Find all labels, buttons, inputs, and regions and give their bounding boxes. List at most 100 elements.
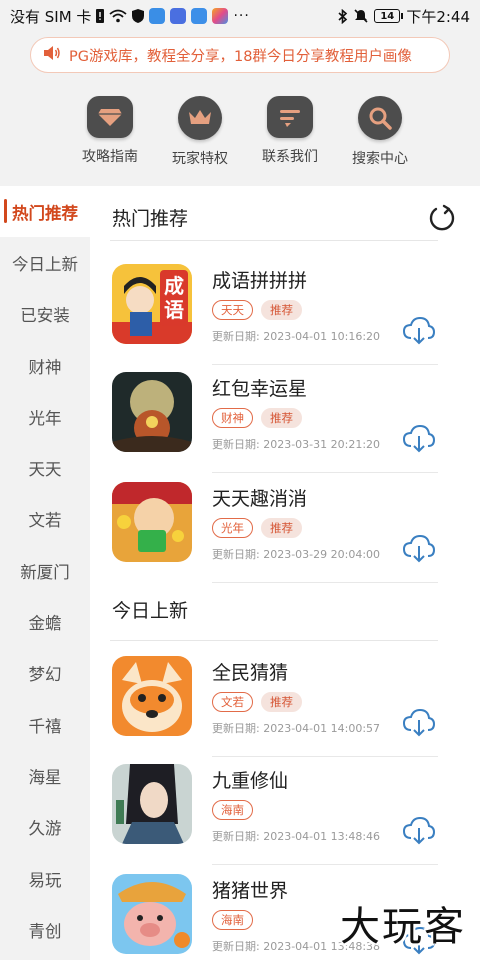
list-item[interactable]: 天天趣消消 光年 推荐 更新日期: 2023-03-29 20:04:00 xyxy=(110,482,450,583)
announcement-banner[interactable]: PG游戏库，教程全分享，18群今日分享教程用户画像 xyxy=(30,37,450,73)
clock: 下午2:44 xyxy=(406,7,470,26)
section-title-hot: 热门推荐 xyxy=(112,208,189,230)
nav-search[interactable]: 搜索中心 xyxy=(340,96,420,168)
download-icon[interactable] xyxy=(402,816,436,846)
update-date: 更新日期: 2023-03-29 20:04:00 xyxy=(212,548,381,561)
recommend-tag: 推荐 xyxy=(261,300,302,320)
recommend-tag: 推荐 xyxy=(261,518,302,538)
category-tag: 文若 xyxy=(212,692,253,712)
category-tag: 海南 xyxy=(212,910,253,930)
sidebar-item-xinxiamen[interactable]: 新厦门 xyxy=(0,545,90,596)
app-icon-text: 成语 xyxy=(164,274,184,322)
app-icon-jiuchong xyxy=(112,764,192,844)
diamond-icon xyxy=(87,96,133,138)
section-divider xyxy=(110,240,438,241)
download-icon[interactable] xyxy=(402,534,436,564)
app-name: 猪猪世界 xyxy=(212,880,289,902)
category-tag: 海南 xyxy=(212,800,253,820)
sidebar-item-yiwan[interactable]: 易玩 xyxy=(0,853,90,904)
row-divider xyxy=(212,472,438,473)
app-icon-hongbao xyxy=(112,372,192,452)
app-icon-caicai xyxy=(112,656,192,736)
update-date: 更新日期: 2023-04-01 10:16:20 xyxy=(212,330,381,343)
update-date: 更新日期: 2023-03-31 20:21:20 xyxy=(212,438,381,451)
top-nav: 攻略指南 玩家特权 联系我们 搜索中心 xyxy=(70,96,420,168)
app-tags: 海南 xyxy=(212,910,253,930)
app-icon-zhuzhu xyxy=(112,874,192,954)
update-date: 更新日期: 2023-04-01 13:48:46 xyxy=(212,830,381,843)
row-divider xyxy=(212,364,438,365)
app-name: 全民猜猜 xyxy=(212,662,289,684)
app-name: 红包幸运星 xyxy=(212,378,308,400)
row-divider xyxy=(212,582,438,583)
more-notifications-icon: ··· xyxy=(233,8,250,24)
app-tags: 光年 推荐 xyxy=(212,518,302,538)
list-item[interactable]: 九重修仙 海南 更新日期: 2023-04-01 13:48:46 xyxy=(110,764,450,865)
battery-icon: 14 xyxy=(374,9,404,23)
download-icon[interactable] xyxy=(402,424,436,454)
nav-contact[interactable]: 联系我们 xyxy=(250,96,330,168)
cloud-app-icon xyxy=(149,8,166,24)
category-tag: 光年 xyxy=(212,518,253,538)
chat-icon xyxy=(267,96,313,138)
sidebar-item-menghuan[interactable]: 梦幻 xyxy=(0,648,90,699)
bulb-app-icon xyxy=(191,8,208,24)
nav-guide[interactable]: 攻略指南 xyxy=(70,96,150,168)
sidebar-item-installed[interactable]: 已安装 xyxy=(0,289,90,340)
nav-privileges-label: 玩家特权 xyxy=(172,151,228,167)
watermark: 大玩客 xyxy=(340,904,466,950)
sidebar-item-qianxi[interactable]: 千禧 xyxy=(0,699,90,750)
sidebar-item-haixing[interactable]: 海星 xyxy=(0,750,90,801)
recommend-tag: 推荐 xyxy=(261,408,302,428)
app-icon-xiaoxiao xyxy=(112,482,192,562)
app-icon-chengyu: 成语 xyxy=(112,264,192,344)
app-name: 九重修仙 xyxy=(212,770,289,792)
app-list-panel: 热门推荐 成语 成语拼拼拼 天天 推荐 更新日期: 2023-04-01 10:… xyxy=(90,186,480,960)
row-divider xyxy=(212,756,438,757)
list-item[interactable]: 红包幸运星 财神 推荐 更新日期: 2023-03-31 20:21:20 xyxy=(110,372,450,473)
app-name: 成语拼拼拼 xyxy=(212,270,308,292)
download-icon[interactable] xyxy=(402,316,436,346)
nav-search-label: 搜索中心 xyxy=(352,151,408,167)
category-tag: 财神 xyxy=(212,408,253,428)
sidebar-item-guangnian[interactable]: 光年 xyxy=(0,391,90,442)
download-icon[interactable] xyxy=(402,708,436,738)
crown-icon xyxy=(178,96,222,140)
wifi-icon xyxy=(109,9,128,23)
sidebar-item-new[interactable]: 今日上新 xyxy=(0,237,90,288)
category-sidebar: 热门推荐 今日上新 已安装 财神 光年 天天 文若 新厦门 金蟾 梦幻 千禧 海… xyxy=(0,186,90,960)
recommend-tag: 推荐 xyxy=(261,692,302,712)
row-divider xyxy=(212,864,438,865)
search-icon xyxy=(358,96,402,140)
photo-app-icon xyxy=(170,8,187,24)
sidebar-item-jiuyou[interactable]: 久游 xyxy=(0,802,90,853)
carrier-label: 没有 SIM 卡 xyxy=(10,7,92,26)
nav-contact-label: 联系我们 xyxy=(262,149,318,165)
announcement-text: PG游戏库，教程全分享，18群今日分享教程用户画像 xyxy=(69,48,412,65)
refresh-icon[interactable] xyxy=(428,204,456,232)
list-item[interactable]: 成语 成语拼拼拼 天天 推荐 更新日期: 2023-04-01 10:16:20 xyxy=(110,264,450,365)
app-tags: 财神 推荐 xyxy=(212,408,302,428)
mute-icon xyxy=(354,9,368,23)
section-divider xyxy=(110,640,438,641)
sidebar-item-tiantian[interactable]: 天天 xyxy=(0,442,90,493)
gallery-app-icon xyxy=(212,8,229,24)
speaker-icon xyxy=(43,45,61,65)
shield-icon xyxy=(132,9,145,23)
app-tags: 海南 xyxy=(212,800,253,820)
sidebar-item-caishen[interactable]: 财神 xyxy=(0,340,90,391)
app-tags: 文若 推荐 xyxy=(212,692,302,712)
update-date: 更新日期: 2023-04-01 14:00:57 xyxy=(212,722,381,735)
sim-alert-icon xyxy=(96,9,105,23)
sidebar-item-qingchuang[interactable]: 青创 xyxy=(0,904,90,955)
sidebar-item-jinchan[interactable]: 金蟾 xyxy=(0,596,90,647)
nav-privileges[interactable]: 玩家特权 xyxy=(160,96,240,168)
sidebar-item-wenruo[interactable]: 文若 xyxy=(0,494,90,545)
section-title-new: 今日上新 xyxy=(112,600,189,622)
sidebar-item-hot[interactable]: 热门推荐 xyxy=(0,186,90,238)
category-tag: 天天 xyxy=(212,300,253,320)
nav-guide-label: 攻略指南 xyxy=(82,149,138,165)
list-item[interactable]: 全民猜猜 文若 推荐 更新日期: 2023-04-01 14:00:57 xyxy=(110,656,450,757)
app-tags: 天天 推荐 xyxy=(212,300,302,320)
bluetooth-icon xyxy=(338,8,348,24)
